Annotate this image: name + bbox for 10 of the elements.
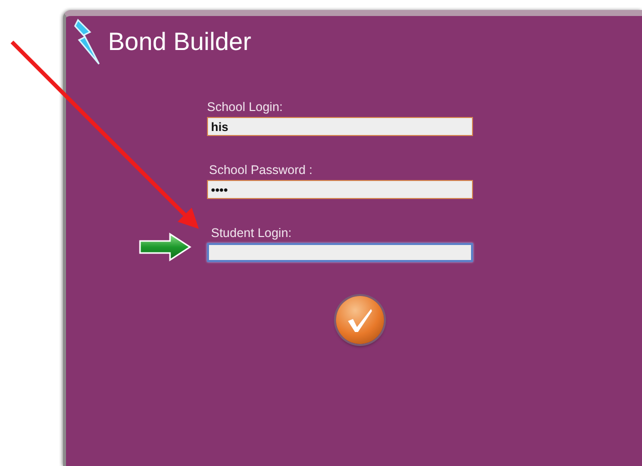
submit-button[interactable] [336,296,384,344]
checkmark-icon [346,307,374,333]
input-field[interactable] [207,243,473,262]
input-field[interactable]: his [207,117,473,136]
arrow-icon [138,232,192,262]
input-field[interactable]: •••• [207,180,473,199]
field-label: School Login: [207,100,284,114]
field-label: Student Login: [210,226,293,240]
app-title: Bond Builder [108,28,252,57]
field-label: School Password : [208,163,314,177]
